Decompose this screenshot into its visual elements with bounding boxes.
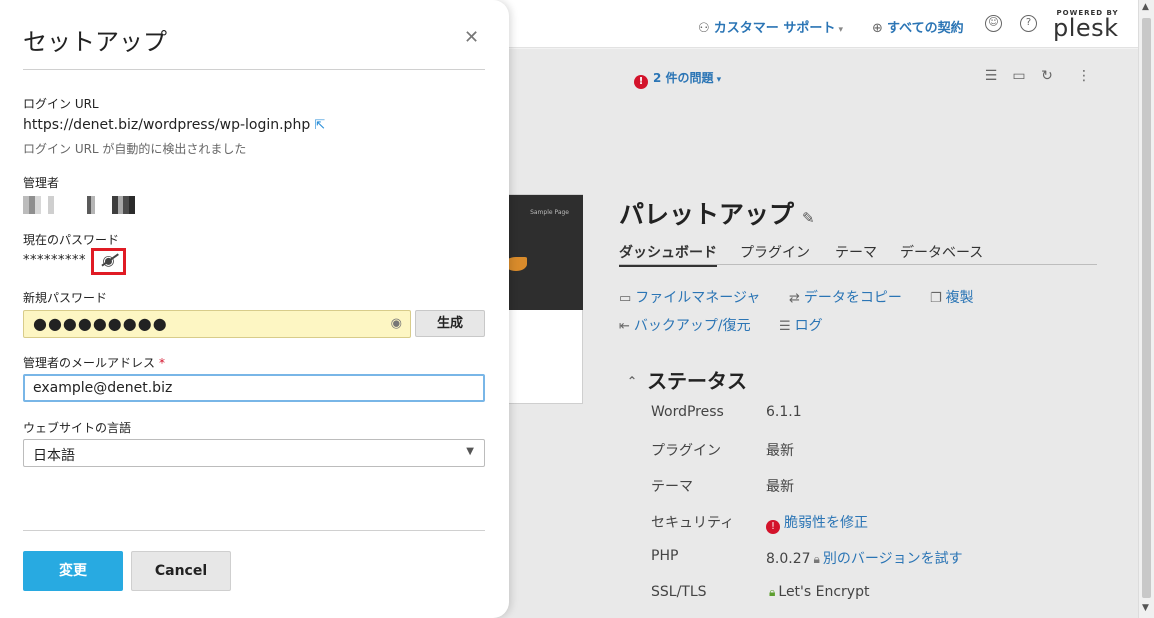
cancel-button[interactable]: Cancel [131, 551, 231, 591]
scroll-up-icon[interactable]: ▲ [1142, 2, 1149, 12]
page-scrollbar[interactable]: ▲ ▼ [1138, 0, 1154, 618]
smile-icon[interactable]: ☺ [985, 15, 1002, 32]
folder-icon: ▭ [619, 291, 632, 306]
dialog-title: セットアップ [23, 28, 167, 56]
log-link[interactable]: ☰ ログ [779, 315, 823, 335]
language-select[interactable]: 日本語 ▼ [23, 439, 485, 467]
plesk-logo: POWERED BY plesk [1053, 9, 1119, 42]
divider [23, 530, 485, 531]
alert-icon: ! [634, 75, 648, 89]
eye-off-icon: ◉ [102, 251, 114, 272]
admin-username-redacted [23, 196, 139, 214]
site-tabs: ダッシュボード プラグイン テーマ データベース [619, 241, 1097, 267]
copy-data-link[interactable]: ⇄ データをコピー [789, 287, 902, 307]
user-icon: ⚇ [698, 21, 714, 36]
lock-icon: 🔒︎ [813, 552, 820, 566]
tab-databases[interactable]: データベース [900, 242, 983, 262]
current-password-value: ********* [23, 253, 86, 268]
fix-vulnerabilities-link[interactable]: 脆弱性を修正 [784, 515, 868, 531]
generate-button[interactable]: 生成 [415, 310, 485, 337]
lock-icon: 🔒︎ [769, 585, 776, 599]
show-password-toggle[interactable]: ◉ [91, 248, 126, 275]
backup-link[interactable]: ⇤ バックアップ/復元 [619, 315, 751, 335]
globe-icon: ⊕ [872, 21, 888, 36]
required-mark: * [159, 356, 166, 370]
submit-button[interactable]: 変更 [23, 551, 123, 591]
admin-email-label: 管理者のメールアドレス * [23, 356, 166, 370]
folder-icon[interactable]: ▭ [1010, 68, 1028, 84]
alert-icon: ! [766, 520, 780, 534]
status-heading[interactable]: ⌃ ステータス [627, 365, 747, 394]
file-manager-link[interactable]: ▭ ファイルマネージャ [619, 287, 760, 307]
backup-icon: ⇤ [619, 319, 630, 334]
new-password-input[interactable]: ●●●●●●●●● ◉ [23, 310, 411, 338]
all-subscriptions-link[interactable]: ⊕ すべての契約 [872, 17, 964, 36]
scrollbar-thumb[interactable] [1142, 18, 1151, 598]
issues-dropdown[interactable]: ! 2 件の問題 ▾ [634, 69, 721, 89]
chevron-down-icon: ▼ [466, 446, 474, 457]
login-url: https://denet.biz/wordpress/wp-login.php… [23, 117, 325, 133]
customer-support-menu[interactable]: ⚇ カスタマー サポート ▾ [698, 17, 843, 36]
setup-dialog: セットアップ ✕ ログイン URL https://denet.biz/word… [0, 0, 509, 618]
scroll-down-icon[interactable]: ▼ [1142, 603, 1149, 613]
clone-link[interactable]: ❐ 複製 [930, 287, 974, 307]
chevron-down-icon: ▾ [835, 25, 843, 35]
tab-plugins[interactable]: プラグイン [740, 242, 810, 262]
copy-icon: ❐ [930, 291, 942, 306]
chevron-down-icon: ▾ [713, 75, 722, 85]
divider [23, 69, 485, 70]
chevron-up-icon: ⌃ [627, 374, 638, 388]
eye-off-icon[interactable]: ◉ [391, 316, 402, 331]
edit-icon[interactable]: ✎ [802, 209, 815, 227]
tab-dashboard[interactable]: ダッシュボード [619, 242, 717, 267]
try-other-version-link[interactable]: 別のバージョンを試す [823, 551, 963, 567]
login-url-label: ログイン URL [23, 97, 99, 111]
admin-email-input[interactable]: example@denet.biz [23, 374, 485, 402]
more-icon[interactable]: ⋮ [1075, 68, 1093, 84]
login-url-hint: ログイン URL が自動的に検出されました [23, 142, 247, 156]
list-icon[interactable]: ☰ [982, 68, 1000, 84]
login-url-link[interactable]: https://denet.biz/wordpress/wp-login.php [23, 117, 310, 133]
refresh-icon[interactable]: ↻ [1038, 68, 1056, 84]
close-icon[interactable]: ✕ [464, 27, 479, 48]
site-title: パレットアップ ✎ [619, 200, 815, 229]
new-password-label: 新規パスワード [23, 291, 108, 305]
language-label: ウェブサイトの言語 [23, 421, 132, 435]
tab-themes[interactable]: テーマ [835, 242, 877, 262]
external-link-icon[interactable]: ⇱ [314, 118, 325, 133]
sync-icon: ⇄ [789, 291, 800, 306]
list-icon: ☰ [779, 319, 791, 334]
current-password-label: 現在のパスワード [23, 233, 120, 247]
help-icon[interactable]: ? [1020, 15, 1037, 32]
admin-label: 管理者 [23, 176, 60, 190]
